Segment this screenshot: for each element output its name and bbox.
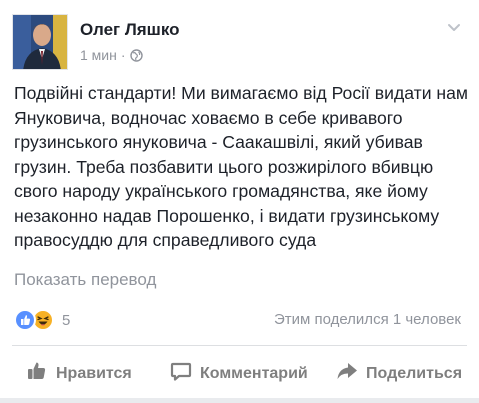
comment-label: Комментарий: [200, 364, 308, 382]
post-card: Олег Ляшко 1 мин · Подвійні стандарти! М…: [0, 0, 479, 403]
shares-count[interactable]: Этим поделился 1 человек: [274, 311, 461, 328]
post-actions: Нравится Комментарий Поделиться: [0, 346, 479, 398]
share-label: Поделиться: [366, 364, 463, 382]
meta-separator: ·: [120, 47, 126, 63]
globe-icon: [129, 48, 143, 62]
chevron-down-icon[interactable]: [445, 18, 463, 36]
comment-icon: [170, 360, 192, 387]
post-header: Олег Ляшко 1 мин ·: [12, 14, 467, 70]
reaction-count: 5: [62, 311, 71, 329]
reactions-summary[interactable]: 5: [14, 308, 70, 332]
author-name[interactable]: Олег Ляшко: [80, 20, 180, 40]
post-body: Подвійні стандарти! Ми вимагаємо від Рос…: [14, 83, 469, 250]
post-meta: 1 мин ·: [80, 47, 143, 63]
like-label: Нравится: [56, 364, 132, 382]
like-reaction-icon: [14, 309, 36, 331]
share-button[interactable]: Поделиться: [336, 360, 462, 387]
post-time[interactable]: 1 мин: [80, 47, 117, 63]
feed-separator: [0, 398, 479, 403]
like-button[interactable]: Нравится: [26, 360, 132, 387]
thumbs-up-icon: [26, 360, 48, 387]
share-arrow-icon: [336, 360, 358, 387]
avatar-photo: [13, 15, 67, 69]
comment-button[interactable]: Комментарий: [170, 360, 308, 387]
author-avatar[interactable]: [12, 14, 68, 70]
translate-link[interactable]: Показать перевод: [14, 270, 156, 290]
